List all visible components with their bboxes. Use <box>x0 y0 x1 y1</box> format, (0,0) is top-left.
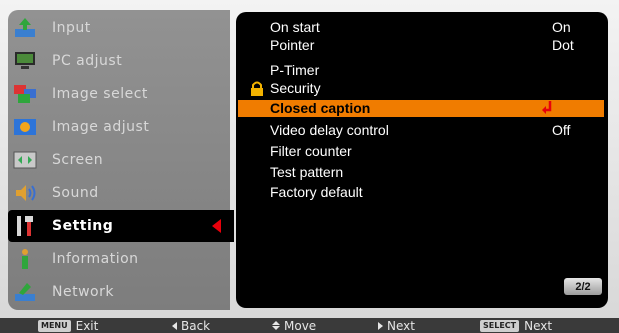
menu-item-image-select[interactable]: Image select <box>8 78 230 110</box>
enter-arrow-icon <box>542 101 554 115</box>
menu-item-network[interactable]: Network <box>8 276 230 308</box>
guide-back: Back <box>172 318 210 333</box>
setting-row-test-pattern[interactable]: Test pattern <box>236 164 608 181</box>
guide-move: Move <box>272 318 316 333</box>
main-menu: Input PC adjust Image select Image adjus… <box>8 10 234 310</box>
setting-row-p-timer[interactable]: P-Timer <box>236 62 608 79</box>
up-down-arrow-icon <box>272 321 280 330</box>
setting-row-closed-caption[interactable]: Closed caption <box>238 100 604 117</box>
guide-next: Next <box>378 318 415 333</box>
settings-panel: On start On Pointer Dot P-Timer Security… <box>236 12 608 308</box>
setting-row-on-start[interactable]: On start On <box>236 19 608 36</box>
setting-row-video-delay-control[interactable]: Video delay control Off <box>236 122 608 139</box>
information-icon <box>12 247 38 271</box>
setting-row-factory-default[interactable]: Factory default <box>236 184 608 201</box>
guide-exit: MENU Exit <box>38 318 98 333</box>
image-select-icon <box>12 82 38 106</box>
setting-row-filter-counter[interactable]: Filter counter <box>236 143 608 160</box>
select-key-icon: SELECT <box>480 319 520 332</box>
guide-select-next: SELECT Next <box>480 318 552 333</box>
pc-adjust-icon <box>12 49 38 73</box>
network-icon <box>12 280 38 304</box>
key-guide-bar: MENU Exit Back Move Next SELECT Next <box>0 318 619 333</box>
sound-icon <box>12 181 38 205</box>
menu-key-icon: MENU <box>38 319 71 332</box>
input-icon <box>12 16 38 40</box>
menu-item-image-adjust[interactable]: Image adjust <box>8 111 230 143</box>
selection-arrow-icon <box>212 219 221 233</box>
menu-item-pc-adjust[interactable]: PC adjust <box>8 45 230 77</box>
setting-row-security[interactable]: Security <box>236 80 608 97</box>
setting-icon <box>12 214 38 238</box>
menu-item-information[interactable]: Information <box>8 243 230 275</box>
screen-icon <box>12 148 38 172</box>
menu-item-screen[interactable]: Screen <box>8 144 230 176</box>
menu-frame: Input PC adjust Image select Image adjus… <box>0 0 619 318</box>
left-arrow-icon <box>172 321 177 330</box>
page-indicator: 2/2 <box>564 278 602 295</box>
setting-row-pointer[interactable]: Pointer Dot <box>236 37 608 54</box>
image-adjust-icon <box>12 115 38 139</box>
menu-item-setting[interactable]: Setting <box>8 210 234 242</box>
menu-item-sound[interactable]: Sound <box>8 177 230 209</box>
menu-item-input[interactable]: Input <box>8 12 230 44</box>
right-arrow-icon <box>378 321 383 330</box>
lock-icon <box>250 81 264 96</box>
